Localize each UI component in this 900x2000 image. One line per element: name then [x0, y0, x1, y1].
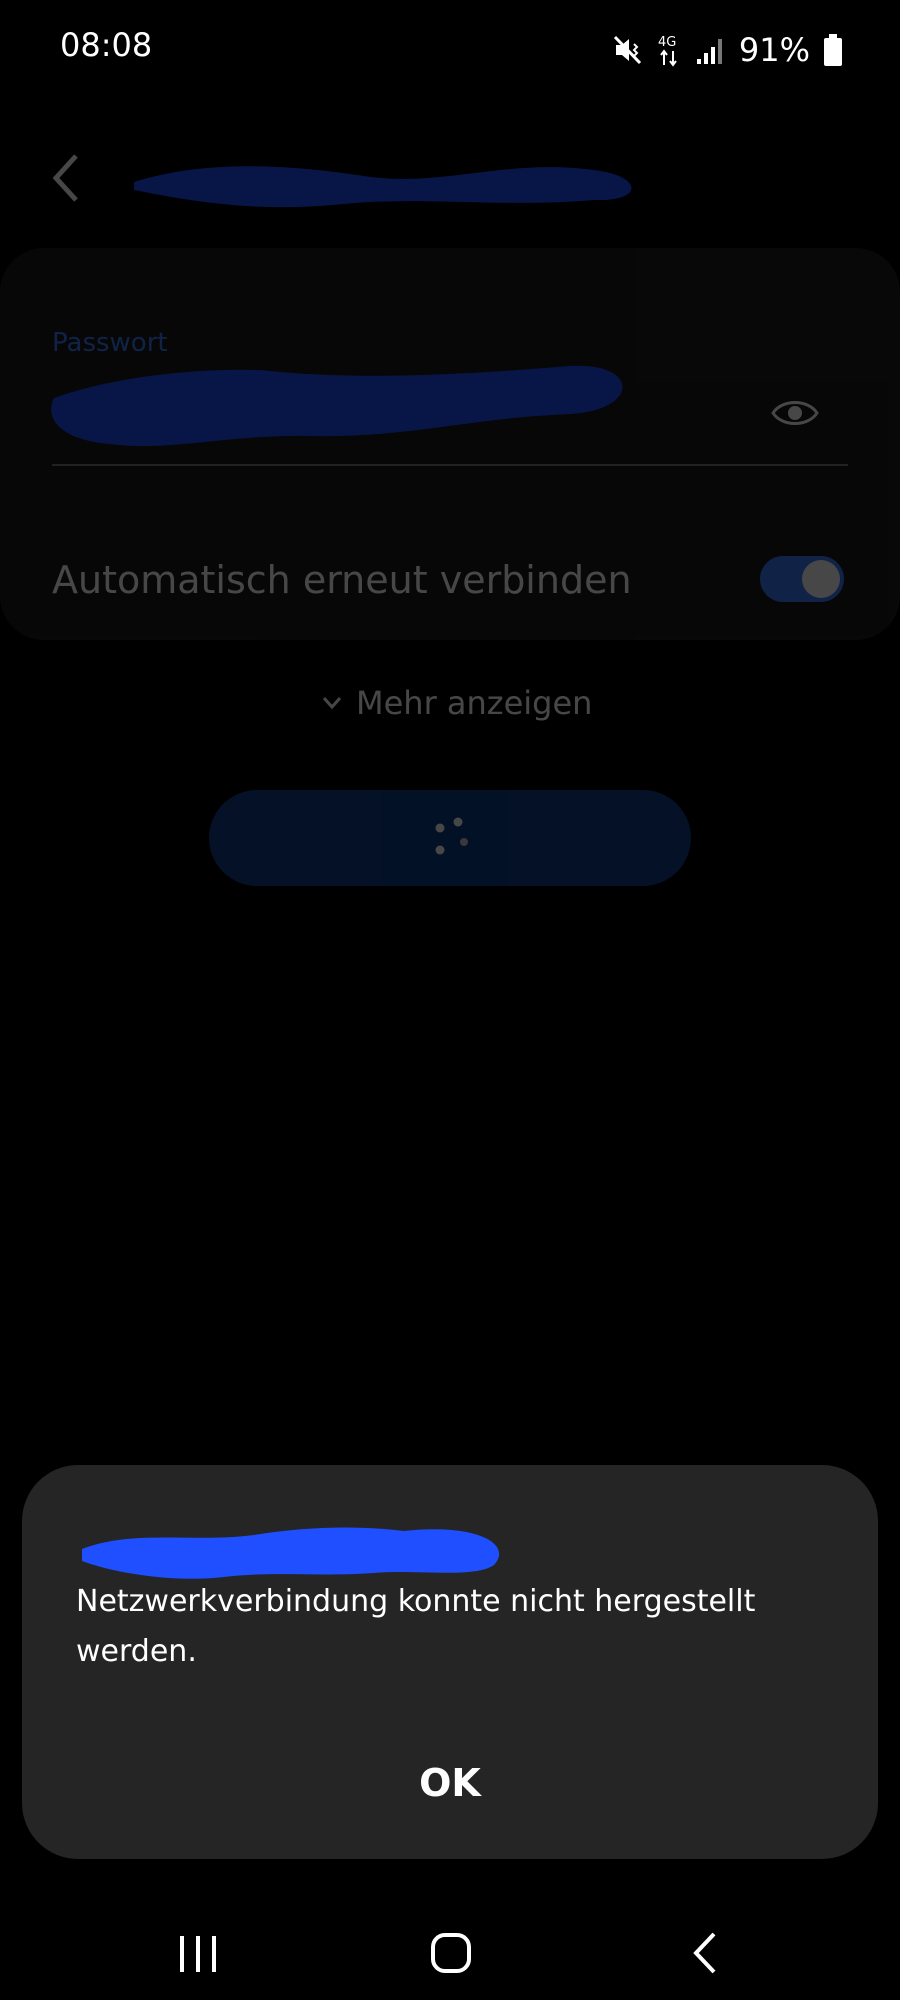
auto-reconnect-toggle[interactable]: [760, 556, 844, 602]
ok-button[interactable]: OK: [350, 1743, 550, 1823]
back-icon[interactable]: [690, 1930, 720, 1976]
password-input-redacted[interactable]: [50, 358, 630, 454]
navigation-bar: [0, 1900, 900, 2000]
auto-reconnect-label: Automatisch erneut verbinden: [52, 558, 632, 602]
recent-apps-icon[interactable]: [176, 1934, 220, 1974]
chevron-down-icon: [322, 697, 342, 710]
network-name-redacted: [134, 166, 632, 208]
loading-spinner-icon: [435, 817, 468, 855]
toggle-knob: [802, 560, 840, 598]
home-icon[interactable]: [430, 1932, 472, 1974]
error-dialog: Netzwerkverbindung konnte nicht hergeste…: [22, 1465, 878, 1859]
password-label: Passwort: [52, 328, 168, 358]
show-more-row[interactable]: Mehr anzeigen: [322, 684, 592, 722]
dialog-message: Netzwerkverbindung konnte nicht hergeste…: [76, 1584, 756, 1669]
show-password-eye-icon[interactable]: [770, 396, 820, 430]
dialog-title-redacted: [82, 1527, 500, 1579]
password-underline: [52, 464, 848, 466]
back-chevron-icon[interactable]: [48, 150, 88, 206]
show-more-label: Mehr anzeigen: [356, 684, 593, 722]
